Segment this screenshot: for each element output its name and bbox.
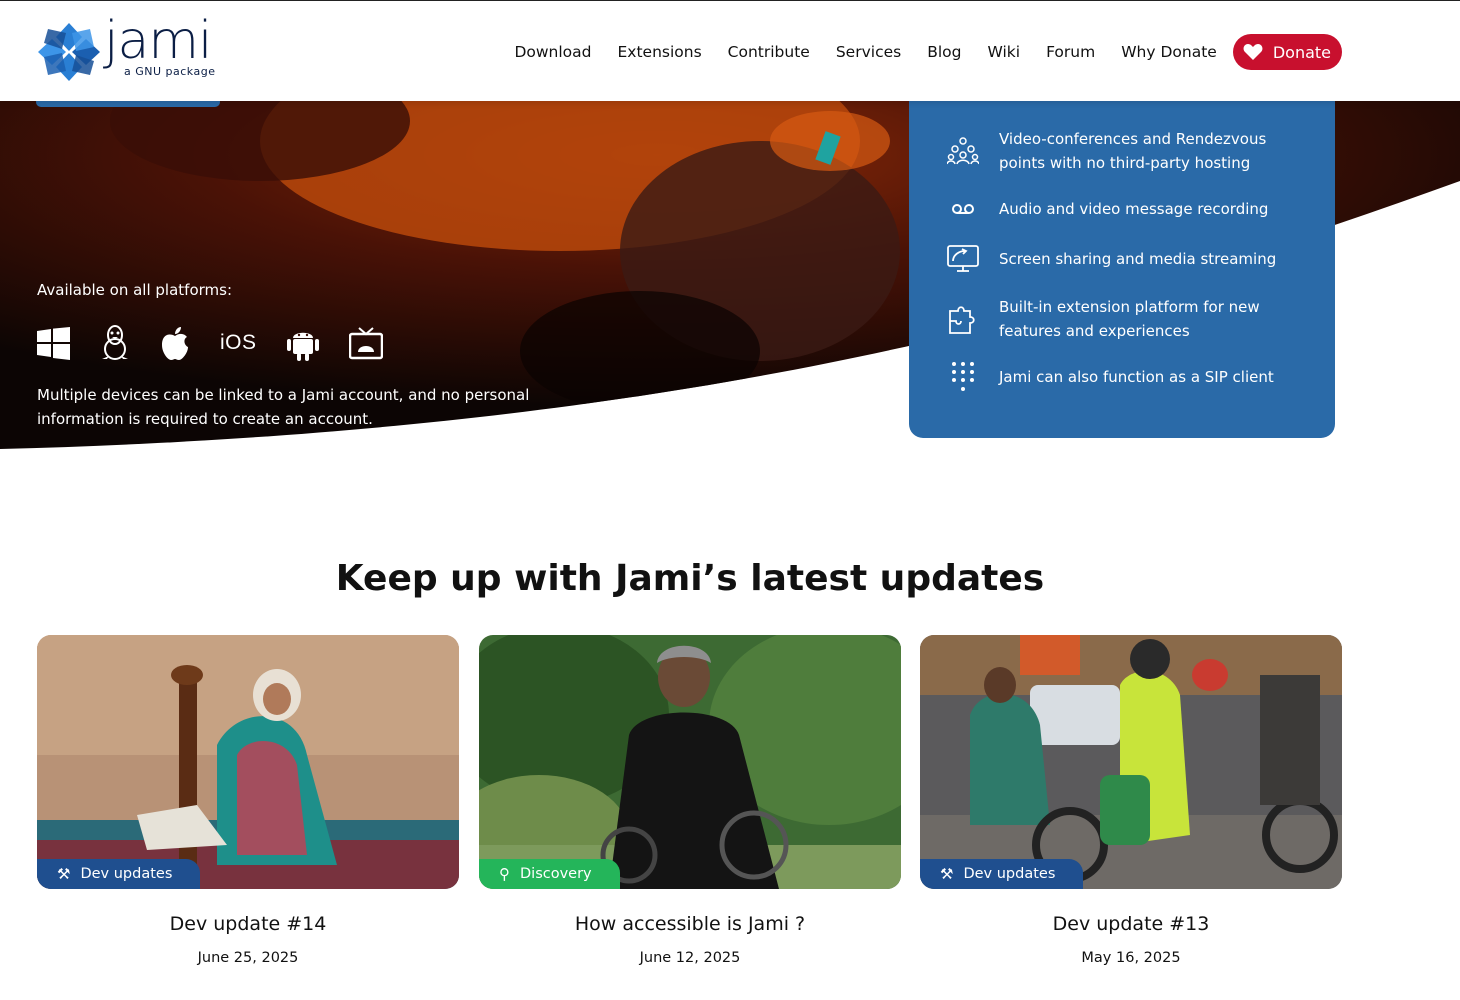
voicemail-icon: [945, 191, 981, 227]
donate-button[interactable]: Donate: [1232, 34, 1342, 70]
feature-text: Screen sharing and media streaming: [999, 250, 1277, 268]
card-date: May 16, 2025: [1081, 950, 1181, 966]
feature-extensions: Built-in extension platform for new feat…: [945, 295, 1289, 343]
heart-icon: [1243, 44, 1263, 60]
screen-share-icon: [945, 241, 981, 277]
magnifier-icon: ⚲: [499, 865, 510, 883]
category-badge[interactable]: ⚒ Dev updates: [37, 859, 201, 889]
category-badge[interactable]: ⚲ Discovery: [479, 859, 620, 889]
tools-icon: ⚒: [940, 865, 954, 883]
logo-tagline: a GNU package: [124, 65, 216, 78]
platforms-label: Available on all platforms:: [37, 281, 233, 299]
windows-icon[interactable]: [37, 323, 70, 363]
logo-wordmark: jami: [104, 11, 212, 71]
android-icon[interactable]: [286, 323, 319, 363]
feature-text: Built-in extension platform for new feat…: [999, 298, 1260, 340]
nav-download[interactable]: Download: [514, 35, 591, 69]
feature-text: Video-conferences and Rendezvous points …: [999, 130, 1267, 172]
nav-forum[interactable]: Forum: [1046, 35, 1095, 69]
ios-icon[interactable]: iOS: [220, 323, 257, 363]
site-header: jami a GNU package Download Extensions C…: [0, 0, 1460, 101]
card-date: June 25, 2025: [197, 950, 299, 966]
donate-label: Donate: [1272, 42, 1331, 62]
update-card[interactable]: ⚲ Discovery How accessible is Jami ? Jun…: [479, 635, 901, 966]
features-panel: Video-conferences and Rendezvous points …: [909, 95, 1335, 438]
category-badge[interactable]: ⚒ Dev updates: [920, 859, 1084, 889]
hero-description: Multiple devices can be linked to a Jami…: [37, 386, 530, 428]
puzzle-icon: [945, 301, 981, 337]
jami-logo[interactable]: jami a GNU package: [36, 15, 236, 85]
conference-icon: [945, 133, 981, 169]
card-image[interactable]: ⚒ Dev updates: [920, 635, 1342, 889]
update-card[interactable]: ⚒ Dev updates Dev update #13 May 16, 202…: [920, 635, 1342, 966]
feature-sip: Jami can also function as a SIP client: [945, 359, 1289, 395]
platform-icons: iOS: [37, 323, 413, 363]
dialpad-icon: [945, 359, 981, 395]
apple-icon[interactable]: [160, 323, 190, 363]
tools-icon: ⚒: [57, 865, 71, 883]
card-image[interactable]: ⚒ Dev updates: [37, 635, 459, 889]
android-tv-icon[interactable]: [348, 323, 383, 363]
card-title[interactable]: Dev update #13: [920, 913, 1342, 935]
card-date: June 12, 2025: [639, 950, 741, 966]
updates-heading: Keep up with Jami’s latest updates: [335, 558, 1045, 599]
feature-text: Jami can also function as a SIP client: [999, 368, 1274, 386]
main-nav: Download Extensions Contribute Services …: [488, 34, 1342, 70]
linux-icon[interactable]: [100, 323, 130, 363]
nav-why-donate[interactable]: Why Donate: [1121, 35, 1217, 69]
update-card[interactable]: ⚒ Dev updates Dev update #14 June 25, 20…: [37, 635, 459, 966]
card-title[interactable]: Dev update #14: [37, 913, 459, 935]
feature-recording: Audio and video message recording: [945, 191, 1289, 227]
nav-blog[interactable]: Blog: [927, 35, 961, 69]
jami-logo-mark-icon: [38, 23, 100, 81]
feature-conference: Video-conferences and Rendezvous points …: [945, 127, 1289, 175]
nav-services[interactable]: Services: [836, 35, 901, 69]
nav-wiki[interactable]: Wiki: [987, 35, 1020, 69]
card-title[interactable]: How accessible is Jami ?: [479, 913, 901, 935]
feature-screen-share: Screen sharing and media streaming: [945, 241, 1289, 277]
nav-extensions[interactable]: Extensions: [618, 35, 702, 69]
feature-text: Audio and video message recording: [999, 200, 1269, 218]
card-image[interactable]: ⚲ Discovery: [479, 635, 901, 889]
nav-contribute[interactable]: Contribute: [728, 35, 810, 69]
